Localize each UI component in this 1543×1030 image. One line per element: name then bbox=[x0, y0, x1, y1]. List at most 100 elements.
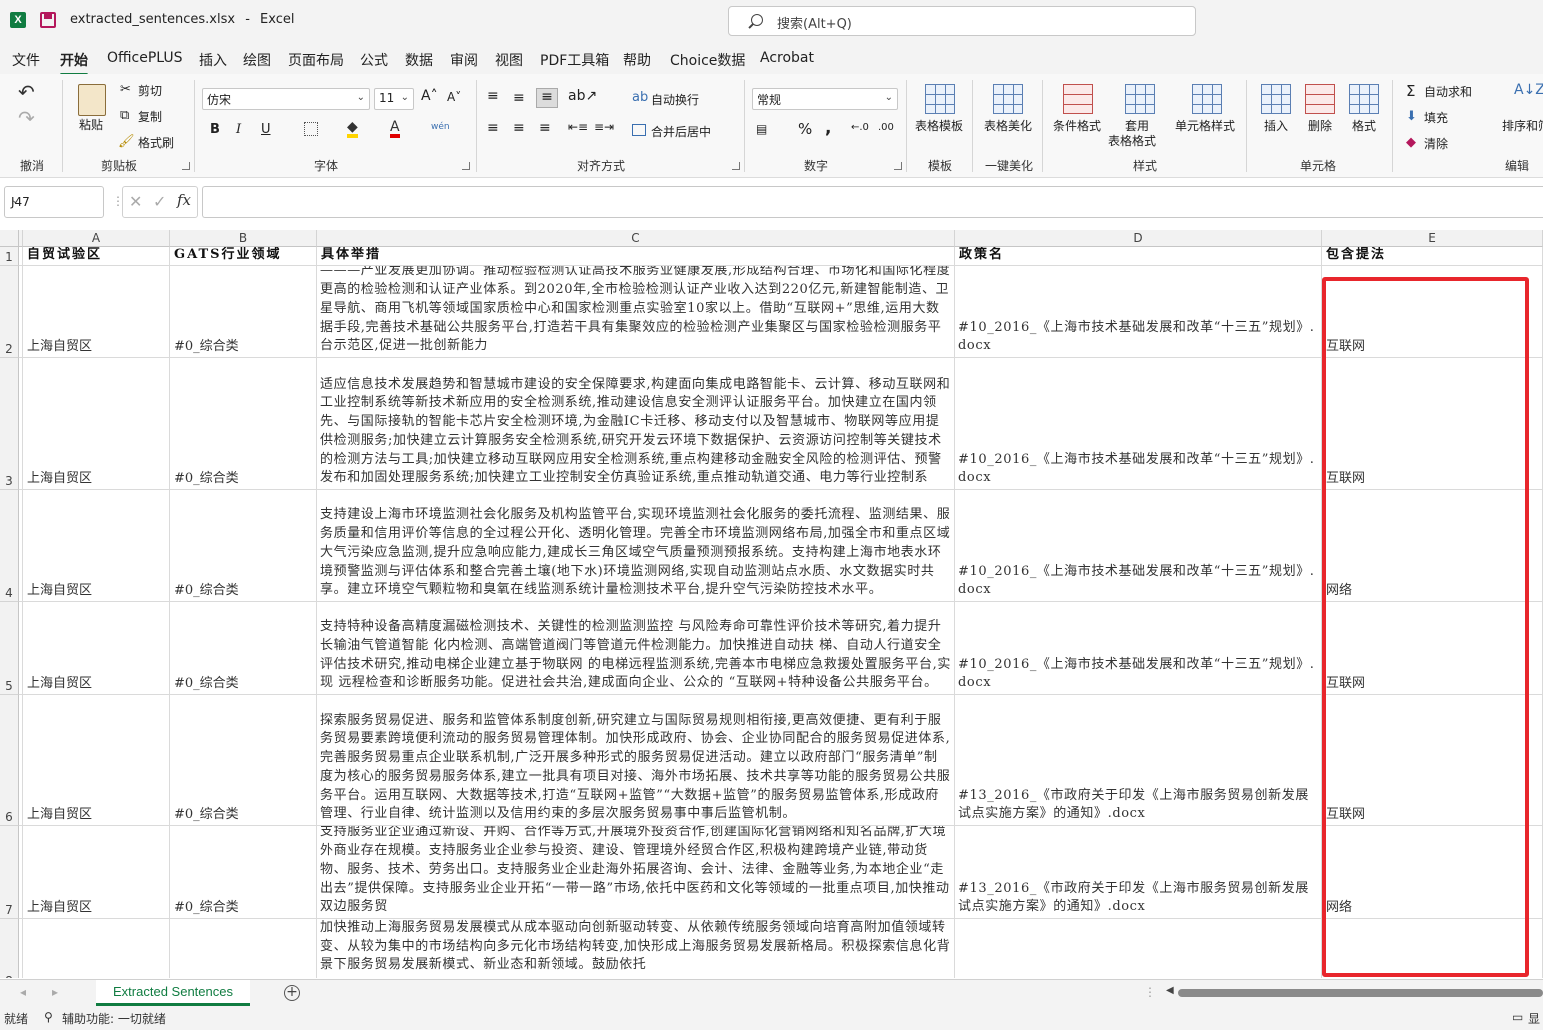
display-settings-icon[interactable]: ▭ bbox=[1512, 1010, 1523, 1024]
name-box[interactable]: J47 ⌄ bbox=[4, 186, 104, 218]
row-header[interactable]: 3 bbox=[0, 358, 19, 490]
tab-acrobat[interactable]: Acrobat bbox=[760, 50, 814, 66]
cell-a[interactable]: 上海自贸区 bbox=[23, 602, 170, 695]
horizontal-scrollbar[interactable]: ◀ bbox=[1166, 985, 1543, 998]
redo-icon[interactable]: ↷ bbox=[18, 106, 35, 130]
clear-icon[interactable]: ◆ bbox=[1406, 135, 1416, 150]
tab-pdf-toolbox[interactable]: PDF工具箱 bbox=[540, 50, 609, 70]
sort-filter-icon[interactable]: A↓Z bbox=[1514, 82, 1543, 98]
font-size-combo[interactable]: 11 ⌄ bbox=[374, 88, 414, 110]
cell-b[interactable] bbox=[170, 919, 317, 978]
tab-review[interactable]: 审阅 bbox=[450, 50, 478, 70]
cell-d[interactable]: #10_2016_《上海市技术基础发展和改革“十三五”规划》.docx bbox=[955, 266, 1322, 358]
paste-button[interactable]: 粘贴 bbox=[79, 116, 103, 133]
column-header-c[interactable]: C bbox=[317, 230, 955, 247]
tab-file[interactable]: 文件 bbox=[12, 50, 40, 70]
align-middle-icon[interactable]: ≡ bbox=[513, 90, 525, 106]
cell-d[interactable]: #10_2016_《上海市技术基础发展和改革“十三五”规划》.docx bbox=[955, 602, 1322, 695]
scroll-thumb[interactable] bbox=[1178, 989, 1543, 997]
row-header[interactable]: 5 bbox=[0, 602, 19, 695]
column-header-e[interactable]: E bbox=[1322, 230, 1543, 247]
header-cell-b[interactable]: GATS行业领域 bbox=[170, 247, 317, 266]
column-header-d[interactable]: D bbox=[955, 230, 1322, 247]
format-cells-button[interactable]: 格式 bbox=[1352, 117, 1376, 134]
save-icon[interactable] bbox=[40, 12, 56, 28]
format-as-table-line2[interactable]: 表格格式 bbox=[1108, 132, 1156, 149]
wrap-text-icon[interactable]: ab bbox=[632, 90, 648, 105]
insert-cells-button[interactable]: 插入 bbox=[1264, 117, 1288, 134]
fill-icon[interactable]: ⬇ bbox=[1406, 109, 1417, 124]
clipboard-dialog-launcher[interactable] bbox=[182, 162, 190, 170]
tab-insert[interactable]: 插入 bbox=[199, 50, 227, 70]
tab-page-layout[interactable]: 页面布局 bbox=[288, 50, 344, 70]
tab-home[interactable]: 开始 bbox=[60, 50, 88, 76]
orientation-icon[interactable]: ab↗ bbox=[568, 88, 597, 104]
insert-cells-icon[interactable] bbox=[1261, 84, 1291, 114]
tab-splitter-icon[interactable]: ⋮ bbox=[1144, 985, 1156, 999]
autosum-button[interactable]: 自动求和 bbox=[1424, 83, 1472, 100]
row-header[interactable]: 6 bbox=[0, 695, 19, 826]
cell-c[interactable]: 支持建设上海市环境监测社会化服务及机构监管平台,实现环境监测社会化服务的委托流程… bbox=[317, 490, 955, 602]
cell-d[interactable]: #10_2016_《上海市技术基础发展和改革“十三五”规划》.docx bbox=[955, 490, 1322, 602]
tab-choice-data[interactable]: Choice数据 bbox=[670, 50, 745, 70]
table-beautify-button[interactable]: 表格美化 bbox=[984, 117, 1032, 134]
column-header-b[interactable]: B bbox=[170, 230, 317, 247]
scroll-left-icon[interactable]: ◀ bbox=[1166, 985, 1174, 996]
cell-c[interactable]: 加快推动上海服务贸易发展模式从成本驱动向创新驱动转变、从依赖传统服务领域向培育高… bbox=[317, 919, 955, 978]
copy-icon[interactable]: ⧉ bbox=[120, 108, 129, 123]
row-header[interactable]: 1 bbox=[0, 247, 19, 266]
add-sheet-icon[interactable]: + bbox=[284, 985, 300, 1001]
number-format-combo[interactable]: 常规 ⌄ bbox=[752, 88, 898, 110]
delete-cells-icon[interactable] bbox=[1305, 84, 1335, 114]
header-cell-d[interactable]: 政策名 bbox=[955, 247, 1322, 266]
sort-filter-button[interactable]: 排序和筛 bbox=[1502, 117, 1543, 134]
align-left-icon[interactable]: ≡ bbox=[487, 120, 499, 136]
increase-indent-icon[interactable]: ≡⇥ bbox=[594, 120, 614, 134]
row-header[interactable]: 2 bbox=[0, 266, 19, 358]
tab-help[interactable]: 帮助 bbox=[623, 50, 651, 70]
cut-icon[interactable]: ✂ bbox=[120, 82, 131, 97]
cell-b[interactable]: #0_综合类 bbox=[170, 695, 317, 826]
cell-b[interactable]: #0_综合类 bbox=[170, 266, 317, 358]
conditional-format-button[interactable]: 条件格式 bbox=[1053, 117, 1101, 134]
cell-b[interactable]: #0_综合类 bbox=[170, 826, 317, 919]
comma-style-icon[interactable]: , bbox=[825, 118, 831, 138]
cell-a[interactable]: 上海自贸区 bbox=[23, 358, 170, 490]
fill-button[interactable]: 填充 bbox=[1424, 109, 1448, 126]
display-settings-label[interactable]: 显 bbox=[1528, 1010, 1540, 1027]
format-painter-button[interactable]: 格式刷 bbox=[138, 134, 174, 151]
underline-button[interactable]: U bbox=[261, 122, 271, 137]
merge-center-button[interactable]: 合并后居中 bbox=[651, 123, 711, 140]
wrap-text-button[interactable]: 自动换行 bbox=[651, 91, 699, 108]
header-cell-a[interactable]: 自贸试验区 bbox=[23, 247, 170, 266]
phonetic-guide-button[interactable]: wén bbox=[431, 122, 450, 132]
cell-a[interactable]: 上海自贸区 bbox=[23, 490, 170, 602]
next-sheet-icon[interactable]: ▸ bbox=[52, 985, 58, 999]
conditional-format-icon[interactable] bbox=[1063, 84, 1093, 114]
cell-styles-icon[interactable] bbox=[1192, 84, 1222, 114]
search-box[interactable]: 搜索(Alt+Q) bbox=[728, 6, 1196, 36]
align-center-icon[interactable]: ≡ bbox=[513, 120, 525, 136]
format-painter-icon[interactable]: 🖌 bbox=[118, 134, 135, 149]
decrease-indent-icon[interactable]: ⇤≡ bbox=[568, 120, 588, 134]
enter-icon[interactable]: ✓ bbox=[153, 192, 166, 211]
cell-a[interactable] bbox=[23, 919, 170, 978]
borders-icon[interactable] bbox=[304, 122, 318, 136]
cell-c[interactable]: 支持服务业企业通过新设、并购、合作等方式,开展境外投资合作,创建国际化营销网络和… bbox=[317, 826, 955, 919]
table-beautify-icon[interactable] bbox=[993, 84, 1023, 114]
tab-draw[interactable]: 绘图 bbox=[243, 50, 271, 70]
fill-color-icon[interactable]: ◆ bbox=[347, 120, 358, 138]
align-top-icon[interactable]: ≡ bbox=[487, 88, 499, 104]
tab-view[interactable]: 视图 bbox=[495, 50, 523, 70]
increase-decimal-icon[interactable]: ←.0 bbox=[851, 122, 869, 133]
cell-styles-button[interactable]: 单元格样式 bbox=[1175, 117, 1235, 134]
cell-b[interactable]: #0_综合类 bbox=[170, 602, 317, 695]
increase-font-icon[interactable]: A˄ bbox=[421, 88, 438, 104]
cell-c[interactable]: 探索服务贸易促进、服务和监管体系制度创新,研究建立与国际贸易规则相衔接,更高效便… bbox=[317, 695, 955, 826]
cancel-icon[interactable]: ✕ bbox=[129, 192, 142, 211]
merge-center-icon[interactable] bbox=[632, 124, 646, 136]
row-header[interactable]: 4 bbox=[0, 490, 19, 602]
prev-sheet-icon[interactable]: ◂ bbox=[20, 985, 26, 999]
column-header-a[interactable]: A bbox=[23, 230, 170, 247]
insert-function-icon[interactable]: fx bbox=[177, 191, 191, 209]
